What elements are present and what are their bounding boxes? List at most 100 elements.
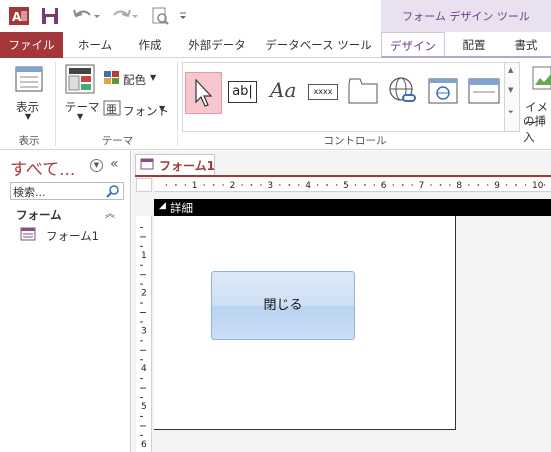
nav-section-header[interactable]: フォーム (16, 207, 62, 223)
svg-text:亜: 亜 (106, 103, 117, 116)
print-preview-icon[interactable] (150, 6, 170, 26)
horizontal-ruler-marks: 1 2 3 4 5 6 7 8 9 10 (165, 181, 546, 191)
gallery-scroll-down-icon[interactable]: ▼ (508, 86, 513, 94)
hruler-label: 5 (343, 181, 349, 191)
label-control-icon[interactable]: Aa (270, 78, 296, 102)
nav-search-placeholder: 検索... (13, 186, 46, 199)
vertical-ruler[interactable]: 1 2 3 4 5 6 (136, 216, 152, 452)
insert-image-icon[interactable] (532, 66, 551, 90)
section-collapse-icon[interactable]: ︽ (105, 205, 115, 220)
ruler-tick (184, 184, 187, 186)
colors-label[interactable]: 配色 (123, 72, 146, 88)
redo-icon[interactable] (110, 6, 140, 26)
tab-file[interactable]: ファイル (0, 32, 63, 58)
ruler-tick (288, 184, 291, 186)
colors-icon[interactable] (103, 70, 121, 86)
gallery-more-icon[interactable]: ⏷ (508, 108, 514, 117)
ruler-tick (260, 184, 262, 186)
tab-format[interactable]: 書式 (502, 32, 550, 58)
ruler-tick (354, 184, 357, 186)
context-tab-group-label: フォーム デザイン ツール (402, 10, 530, 23)
ruler-tick (487, 184, 489, 186)
view-group-label: 表示 (18, 135, 40, 147)
ruler-tick (326, 184, 328, 186)
hruler-label: 3 (267, 181, 273, 191)
tab-database-tools[interactable]: データベース ツール (261, 32, 376, 58)
ruler-tick (543, 184, 546, 186)
nav-pane-menu-icon[interactable]: ▼ (90, 159, 103, 172)
ruler-tick (411, 184, 413, 186)
tab-arrange[interactable]: 配置 (448, 32, 500, 58)
ruler-tick (335, 184, 338, 186)
customize-qat-icon[interactable] (178, 6, 188, 26)
nav-item-form1[interactable]: フォーム1 (46, 228, 99, 244)
ruler-tick (401, 184, 404, 186)
document-tab-underline (135, 175, 551, 177)
insert-image-label-line2[interactable]: の挿入 (523, 113, 551, 145)
tab-home[interactable]: ホーム (66, 32, 124, 58)
fonts-dropdown-arrow[interactable]: ▼ (159, 104, 165, 113)
tab-create[interactable]: 作成 (126, 32, 174, 58)
ruler-tick (241, 184, 243, 186)
hruler-label: 10 (532, 181, 544, 191)
quick-access-toolbar: A (0, 0, 381, 32)
hruler-label: 4 (305, 181, 311, 191)
ruler-tick (222, 184, 224, 186)
detail-section-label: 詳細 (170, 201, 193, 215)
ribbon-group-separator (55, 62, 56, 146)
ruler-tick (515, 184, 517, 186)
hruler-label: 7 (419, 181, 425, 191)
select-pointer-icon[interactable] (192, 78, 216, 108)
search-icon[interactable] (106, 184, 120, 198)
theme-icon[interactable] (65, 64, 95, 94)
ruler-tick (203, 184, 205, 186)
view-dropdown-arrow[interactable]: ▼ (25, 112, 31, 121)
ruler-tick (439, 184, 442, 186)
colors-dropdown-arrow[interactable]: ▼ (150, 73, 156, 82)
ruler-tick (505, 184, 508, 186)
detail-section-bar[interactable] (154, 199, 551, 216)
web-browser-control-icon[interactable] (428, 78, 458, 104)
form-selector[interactable] (136, 178, 152, 192)
ruler-tick (468, 184, 470, 186)
ruler-tick (279, 184, 281, 186)
svg-text:A: A (12, 10, 22, 24)
hruler-label: 8 (456, 181, 462, 191)
hruler-label: 9 (494, 181, 500, 191)
horizontal-ruler[interactable]: 1 2 3 4 5 6 7 8 9 10 (154, 178, 551, 192)
vruler-label: 2 (141, 289, 147, 299)
tab-external-data[interactable]: 外部データ (178, 32, 256, 58)
ruler-tick (165, 184, 168, 186)
navigation-control-icon[interactable] (468, 78, 500, 104)
ruler-tick (175, 184, 177, 186)
canvas-gutter (456, 216, 551, 452)
save-icon[interactable] (40, 6, 60, 26)
hyperlink-icon[interactable] (388, 76, 418, 106)
theme-group-label: テーマ (101, 135, 134, 147)
context-tab-underline (381, 56, 551, 58)
button-control-icon[interactable]: xxxx (308, 84, 338, 100)
ribbon-group-separator (177, 62, 178, 146)
vruler-label: 3 (141, 326, 147, 336)
undo-icon[interactable] (72, 6, 102, 26)
ruler-tick (212, 184, 215, 186)
gallery-scroll-up-icon[interactable]: ▲ (508, 66, 513, 74)
controls-group-label: コントロール (323, 135, 387, 147)
ruler-tick (364, 184, 366, 186)
hruler-label: 1 (192, 181, 198, 191)
theme-dropdown-arrow[interactable]: ▼ (77, 112, 83, 121)
tab-control-icon[interactable] (348, 78, 378, 104)
nav-pane-title[interactable]: すべて... (10, 155, 75, 180)
vruler-label: 1 (141, 251, 147, 261)
fonts-icon[interactable]: 亜 (103, 100, 121, 116)
nav-pane-collapse-icon[interactable]: « (110, 156, 119, 172)
section-toggle-icon[interactable]: ◢ (159, 201, 166, 211)
tab-design[interactable]: デザイン (381, 32, 445, 59)
ruler-tick (373, 184, 376, 186)
ruler-tick (316, 184, 319, 186)
textbox-control-icon[interactable]: ab| (228, 81, 257, 103)
close-command-button[interactable]: 閉じる (211, 271, 355, 340)
hruler-label: 6 (381, 181, 387, 191)
view-icon[interactable] (15, 66, 43, 92)
form-tab-icon (140, 158, 154, 170)
